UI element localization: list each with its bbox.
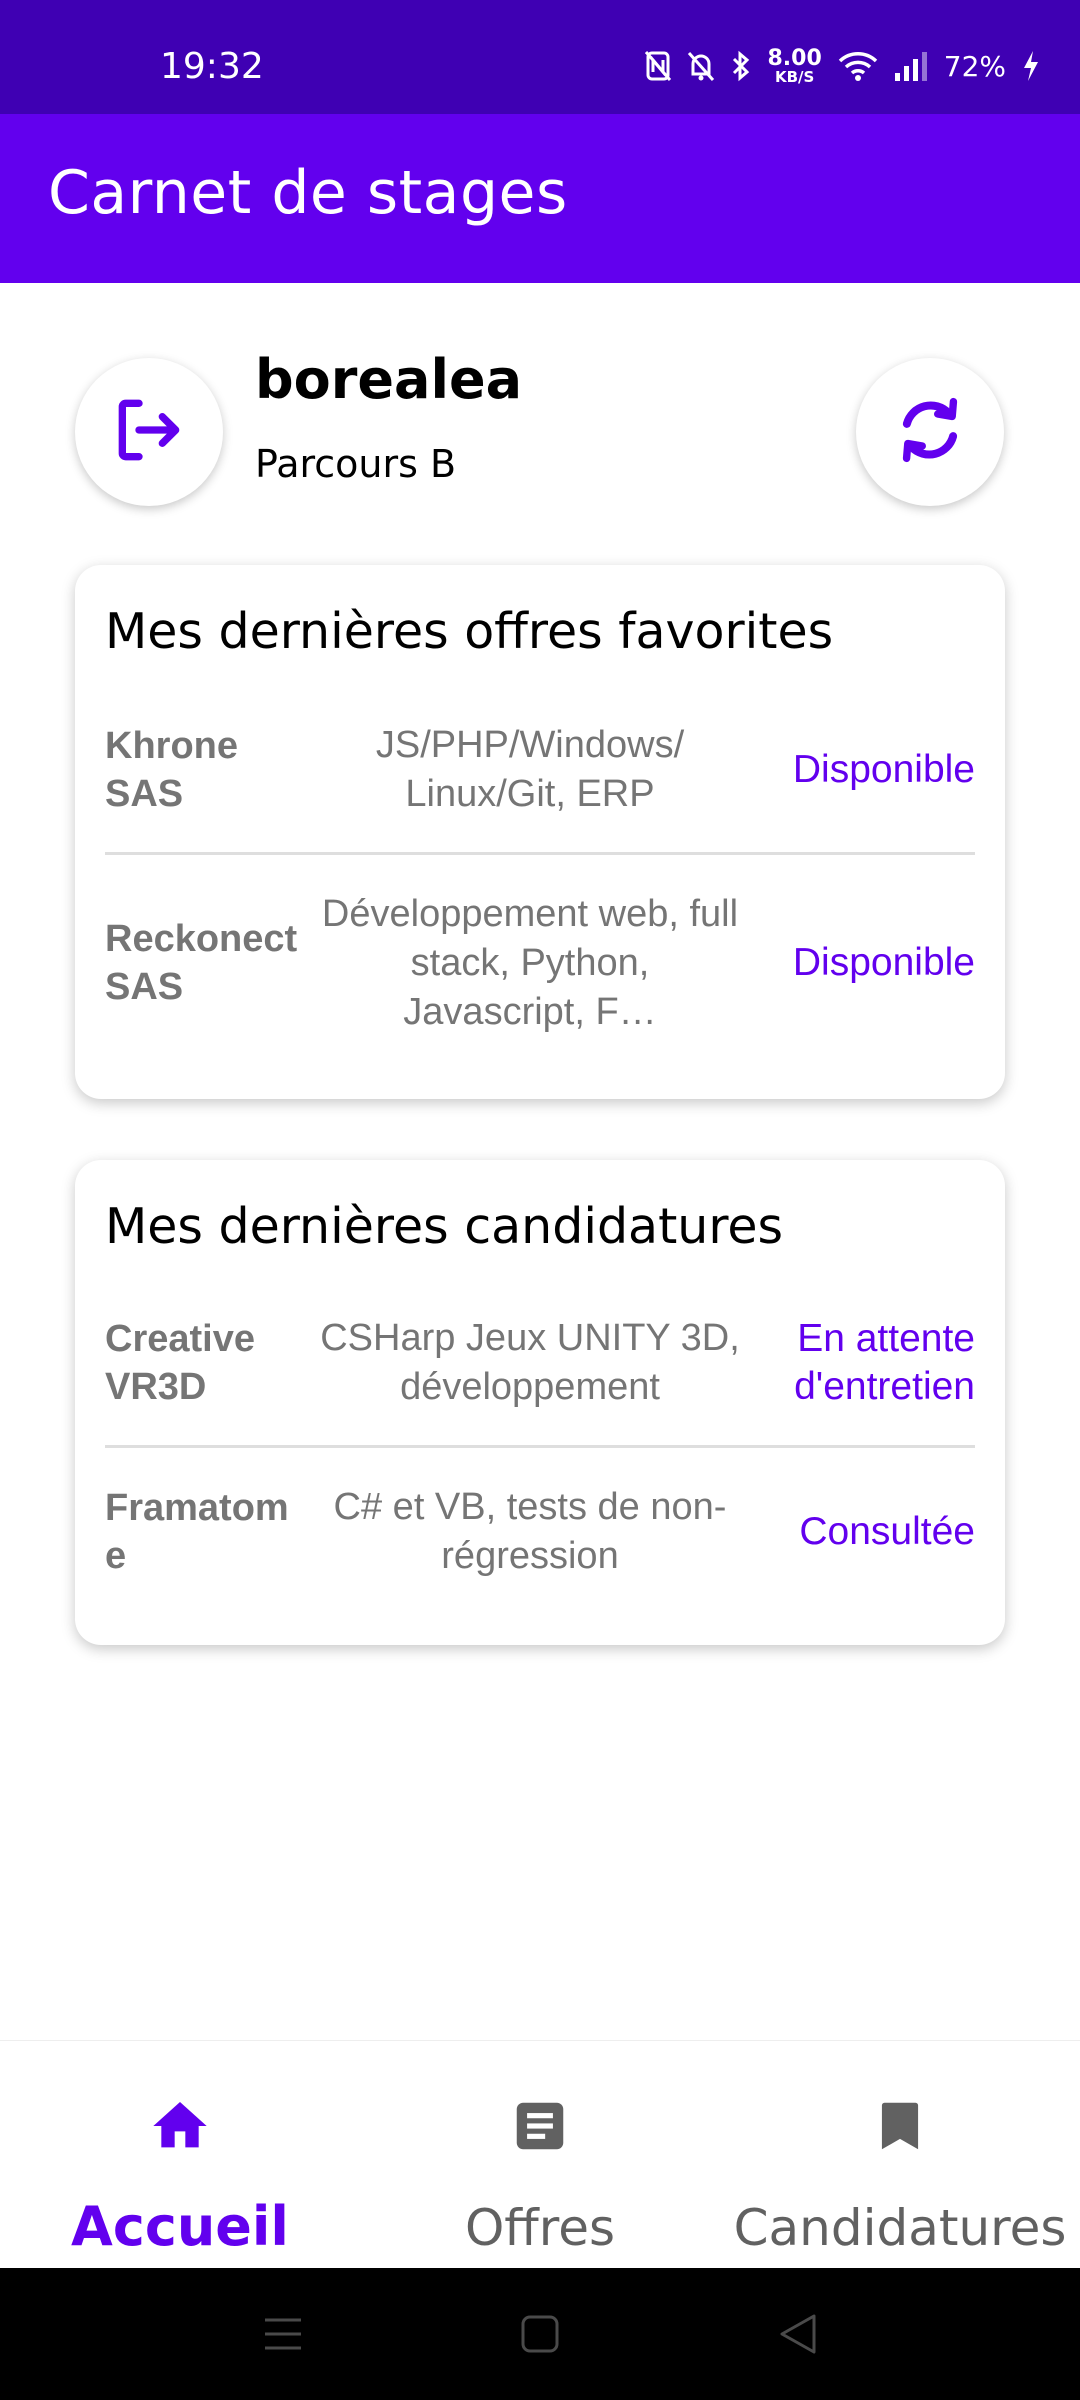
- favorites-title: Mes dernières offres favorites: [105, 603, 834, 660]
- company-name: Reckonect SAS: [105, 918, 298, 1008]
- article-icon: [509, 2091, 571, 2161]
- nav-item-offres[interactable]: Offres: [390, 2041, 690, 2269]
- status-time: 19:32: [160, 46, 264, 87]
- system-navigation-bar: [0, 2268, 1080, 2400]
- divider: [105, 1445, 975, 1448]
- back-triangle-icon[interactable]: [778, 2312, 818, 2361]
- bell-off-icon: [687, 50, 715, 82]
- offer-description: JS/PHP/Windows/ Linux/Git, ERP: [375, 724, 685, 815]
- offer-description: Développement web, full stack, Python, J…: [321, 892, 739, 1033]
- refresh-icon: [893, 393, 967, 472]
- offer-status: Disponible: [792, 748, 975, 791]
- bluetooth-icon: [731, 50, 751, 82]
- nav-item-candidatures[interactable]: Candidatures: [730, 2041, 1070, 2269]
- application-description: C# et VB, tests de non-régression: [333, 1486, 727, 1577]
- logout-button[interactable]: [75, 358, 223, 506]
- application-status: En attente d'entretien: [794, 1317, 975, 1408]
- favorites-card: Mes dernières offres favorites Khrone SA…: [75, 565, 1005, 1099]
- applications-title: Mes dernières candidatures: [105, 1198, 784, 1255]
- nav-item-accueil[interactable]: Accueil: [30, 2041, 330, 2269]
- favorite-row[interactable]: Khrone SAS JS/PHP/Windows/ Linux/Git, ER…: [105, 720, 975, 820]
- app-bar: Carnet de stages: [0, 114, 1080, 283]
- nav-label: Offres: [464, 2199, 616, 2257]
- nav-label: Accueil: [71, 2195, 289, 2258]
- application-row[interactable]: Creative VR3D CSHarp Jeux UNITY 3D, déve…: [105, 1313, 975, 1413]
- offer-status: Disponible: [792, 941, 975, 984]
- company-name: Khrone SAS: [105, 725, 238, 815]
- application-status: Consultée: [799, 1510, 975, 1553]
- home-square-icon[interactable]: [520, 2314, 560, 2359]
- battery-level: 72%: [943, 49, 1006, 83]
- nav-label: Candidatures: [733, 2199, 1067, 2257]
- signal-icon: [894, 51, 928, 81]
- status-icons: 8.00 KB/S 72%: [645, 44, 1040, 88]
- recents-menu-icon[interactable]: [263, 2314, 303, 2359]
- charging-icon: [1022, 50, 1040, 82]
- company-name: Creative VR3D: [105, 1318, 255, 1408]
- nfc-off-icon: [645, 50, 672, 82]
- divider: [105, 852, 975, 855]
- user-name: borealea: [255, 348, 523, 411]
- applications-card: Mes dernières candidatures Creative VR3D…: [75, 1160, 1005, 1645]
- application-description: CSHarp Jeux UNITY 3D, développement: [320, 1317, 740, 1408]
- network-speed: 8.00 KB/S: [767, 45, 822, 86]
- bottom-navigation: Accueil Offres Candidatures: [0, 2040, 1080, 2269]
- bookmark-icon: [869, 2091, 931, 2161]
- refresh-button[interactable]: [856, 358, 1004, 506]
- favorite-row[interactable]: Reckonect SAS Développement web, full st…: [105, 888, 975, 1038]
- logout-icon: [109, 390, 189, 475]
- status-bar: 19:32 8.00 KB/S 72%: [0, 0, 1080, 114]
- app-title: Carnet de stages: [48, 158, 568, 228]
- application-row[interactable]: Framatom e C# et VB, tests de non-régres…: [105, 1482, 975, 1582]
- user-track: Parcours B: [255, 442, 457, 486]
- company-name: Framatom e: [105, 1487, 289, 1577]
- home-icon: [148, 2091, 212, 2161]
- wifi-icon: [838, 50, 878, 82]
